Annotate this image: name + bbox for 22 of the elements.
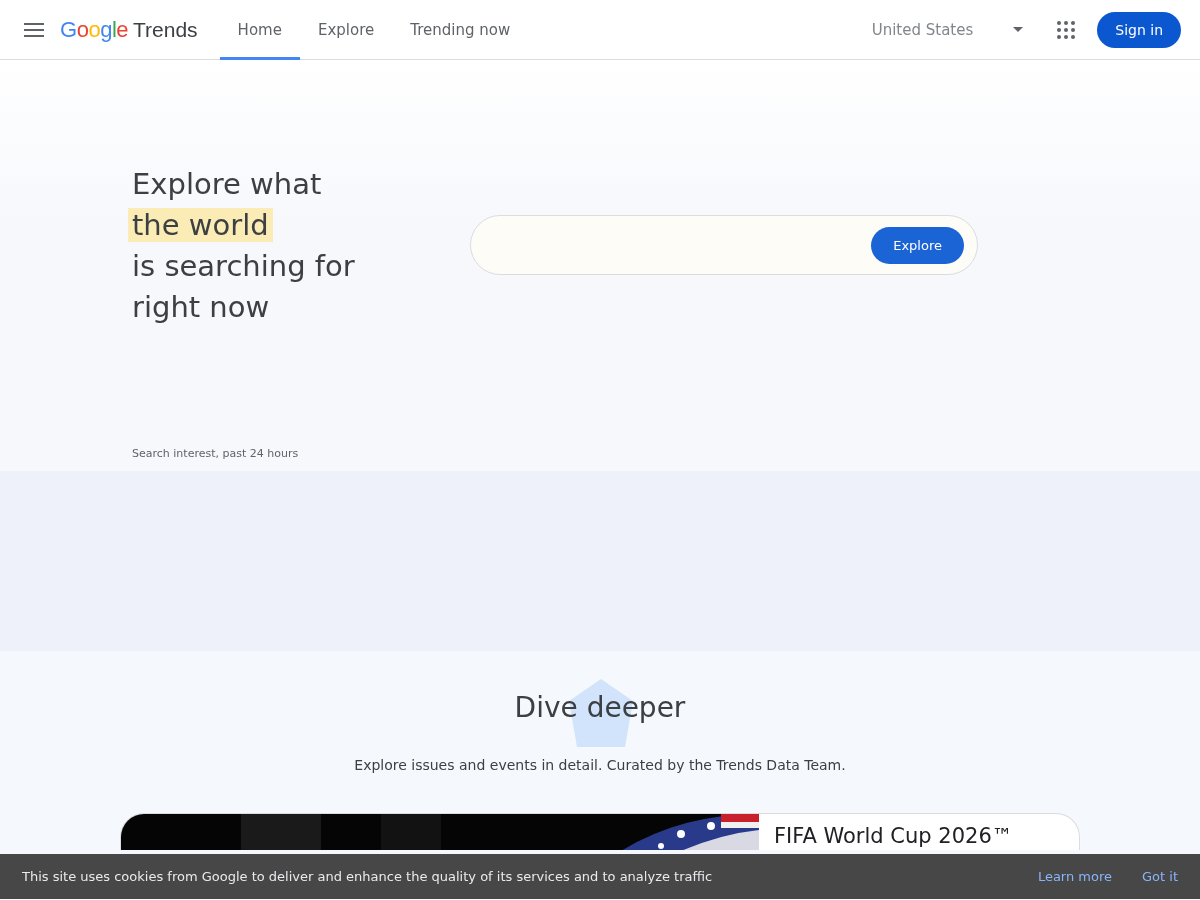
caret-icon	[1013, 27, 1024, 32]
google-logo[interactable]: Google	[60, 16, 128, 43]
cookie-notice-text: This site uses cookies from Google to deliver and enhance the quality of its services and to analyze traffic	[22, 869, 713, 884]
apps-grid-icon[interactable]	[1057, 20, 1076, 39]
menu-icon[interactable]	[24, 22, 44, 37]
section-title: Dive deeper	[514, 690, 686, 724]
product-name: Trends	[133, 17, 198, 42]
hero-heading-line: Explore what	[131, 167, 323, 201]
hero-heading-line: right now	[131, 290, 271, 324]
explore-button[interactable]: Explore	[871, 226, 964, 264]
section-subtitle: Explore issues and events in detail. Curated by the Trends Data Team.	[354, 757, 846, 773]
story-card[interactable]: FIFA World Cup 2026™	[120, 813, 1080, 850]
nav-tab[interactable]: Explore	[299, 0, 393, 60]
sign-in-button[interactable]: Sign in	[1097, 11, 1181, 48]
card-title: FIFA World Cup 2026™	[774, 824, 1013, 848]
chart-caption: Search interest, past 24 hours	[132, 447, 299, 460]
region-dropdown[interactable]: United States	[865, 19, 1030, 40]
search-field[interactable]: Explore	[470, 215, 978, 275]
nav-tab[interactable]: Trending now	[392, 0, 529, 60]
learn-more-link[interactable]: Learn more	[1037, 869, 1113, 884]
got-it-link[interactable]: Got it	[1142, 869, 1178, 884]
hero-heading-line: is searching for	[131, 249, 356, 283]
